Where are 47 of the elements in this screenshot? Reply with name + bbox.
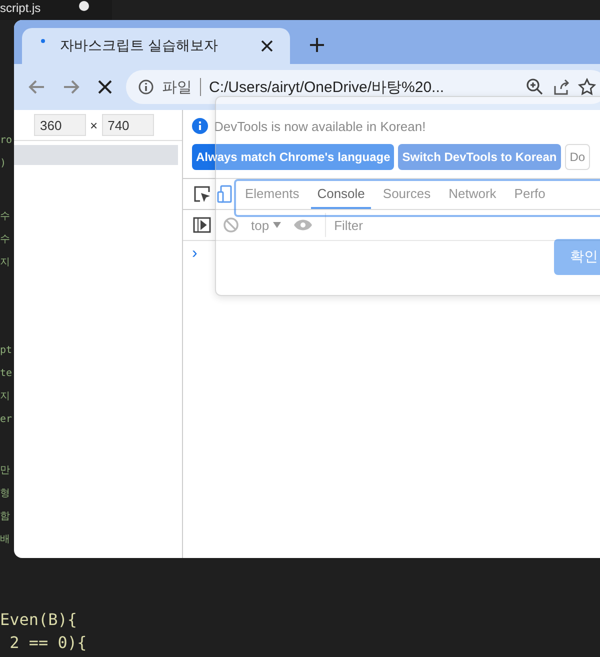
code-line: 배 (0, 533, 11, 547)
context-selector[interactable]: top (251, 218, 282, 232)
code-line: 지 (0, 390, 11, 404)
code-line: pt (0, 344, 14, 358)
info-icon (192, 118, 208, 134)
code-line: 수 (0, 210, 11, 224)
tab-title: 자바스크립트 실습해보자 (60, 37, 219, 55)
code-line: 형 (0, 487, 11, 501)
devtools-tab[interactable]: Elements (239, 179, 306, 209)
code-line: ) (0, 157, 8, 171)
console-prompt: › (192, 245, 198, 263)
share-icon[interactable] (552, 78, 570, 96)
notice-button[interactable]: Switch DevTools to Korean (398, 144, 561, 170)
devtools-tab[interactable]: Network (442, 179, 502, 209)
scheme-label: 파일 (162, 78, 192, 96)
code-line: er (0, 413, 14, 427)
code-line: 2 == 0){ (8, 632, 87, 654)
file-name: script.js (0, 1, 41, 15)
inspect-icon[interactable] (193, 185, 211, 203)
code-line: 만 (0, 464, 11, 478)
file-tab[interactable]: script.js (0, 0, 112, 20)
caret-icon (273, 222, 282, 228)
notice-button[interactable]: Do (564, 144, 590, 170)
notice-button[interactable]: Always match Chrome's language (192, 144, 394, 170)
devtools-tab[interactable]: Perfo (508, 179, 552, 209)
device-icon[interactable] (217, 185, 233, 203)
zoom-icon[interactable] (526, 78, 544, 96)
code-line: 수 (0, 233, 11, 247)
code-line: 함 (0, 510, 11, 524)
code-line: 지 (0, 256, 11, 270)
times-sign: × (90, 118, 98, 132)
notice-text: DevTools is now available in Korean! (214, 118, 426, 134)
devtools-tab[interactable]: Sources (376, 179, 437, 209)
sidebar-icon[interactable] (193, 216, 211, 234)
star-icon[interactable] (578, 78, 596, 96)
code-line: te (0, 367, 14, 381)
height-field[interactable]: 740 (102, 114, 154, 136)
url-text: C:/Users/airyt/OneDrive/바탕%20... (209, 78, 446, 96)
code-line: ro (0, 134, 14, 148)
code-line: Even(B){ (0, 609, 78, 631)
info-icon[interactable] (138, 79, 154, 95)
address-bar[interactable]: 파일 C:/Users/airyt/OneDrive/바탕%20... (126, 70, 600, 104)
answer-field[interactable] (234, 179, 600, 217)
width-field[interactable]: 360 (34, 114, 86, 136)
ok-button[interactable]: 확인 (554, 239, 600, 275)
devtools-tab[interactable]: Console (311, 179, 371, 209)
browser-tab[interactable]: 자바스크립트 실습해보자 (22, 28, 290, 64)
